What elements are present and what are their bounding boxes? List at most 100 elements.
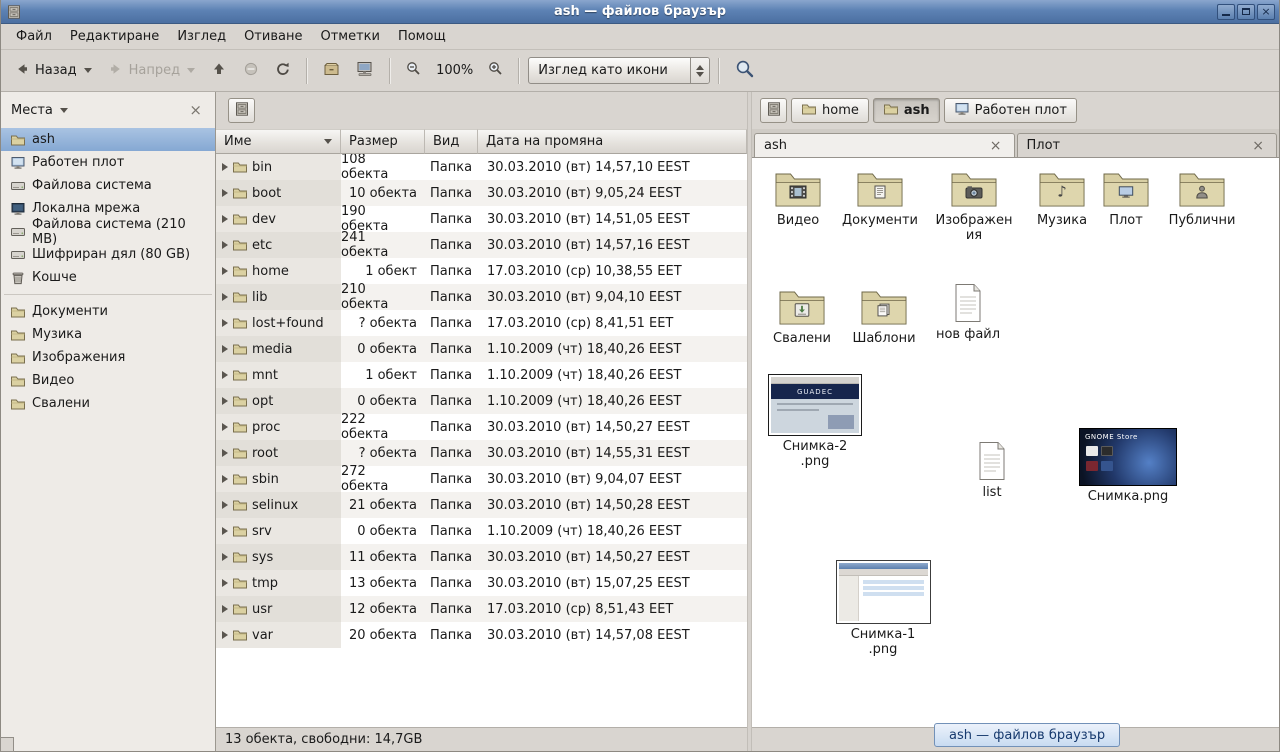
sidebar-title[interactable]: Места: [11, 103, 53, 118]
expander-icon[interactable]: [222, 267, 228, 275]
pathbar-root-button[interactable]: [760, 98, 787, 123]
search-button[interactable]: [728, 54, 761, 87]
table-row[interactable]: lost+found? обектаПапка17.03.2010 (ср) 8…: [216, 310, 747, 336]
expander-icon[interactable]: [222, 579, 228, 587]
table-row[interactable]: media0 обектаПапка1.10.2009 (чт) 18,40,2…: [216, 336, 747, 362]
column-header-size[interactable]: Размер: [341, 129, 425, 154]
close-button[interactable]: ×: [1257, 4, 1275, 20]
up-button[interactable]: [204, 56, 234, 86]
folder-documents-item[interactable]: Документи: [836, 168, 924, 228]
folder-video-item[interactable]: Видео: [756, 168, 840, 228]
new-file-item[interactable]: нов файл: [926, 282, 1010, 342]
folder-downloads-item[interactable]: Свалени: [760, 286, 844, 346]
maximize-button[interactable]: [1237, 4, 1255, 20]
table-row[interactable]: opt0 обектаПапка1.10.2009 (чт) 18,40,26 …: [216, 388, 747, 414]
forward-button[interactable]: Напред: [101, 56, 202, 86]
sidebar-item[interactable]: Музика: [1, 323, 215, 346]
sidebar-item[interactable]: Шифриран дял (80 GB): [1, 243, 215, 266]
zoom-out-button[interactable]: [399, 56, 428, 85]
table-row[interactable]: boot10 обектаПапка30.03.2010 (вт) 9,05,2…: [216, 180, 747, 206]
expander-icon[interactable]: [222, 215, 228, 223]
folder-templates-item[interactable]: Шаблони: [844, 286, 924, 346]
folder-desktop-item[interactable]: Плот: [1090, 168, 1162, 228]
expander-icon[interactable]: [222, 423, 228, 431]
table-row[interactable]: mnt1 обектПапка1.10.2009 (чт) 18,40,26 E…: [216, 362, 747, 388]
table-row[interactable]: tmp13 обектаПапка30.03.2010 (вт) 15,07,2…: [216, 570, 747, 596]
sidebar-item[interactable]: Файлова система: [1, 174, 215, 197]
close-tab-icon[interactable]: ×: [1249, 139, 1267, 153]
table-row[interactable]: lib210 обектаПапка30.03.2010 (вт) 9,04,1…: [216, 284, 747, 310]
table-row[interactable]: root? обектаПапка30.03.2010 (вт) 14,55,3…: [216, 440, 747, 466]
table-row[interactable]: proc222 обектаПапка30.03.2010 (вт) 14,50…: [216, 414, 747, 440]
expander-icon[interactable]: [222, 241, 228, 249]
icon-view[interactable]: Видео Документи Изображения ♪ Музика Пло…: [752, 158, 1279, 727]
table-row[interactable]: home1 обектПапка17.03.2010 (ср) 10,38,55…: [216, 258, 747, 284]
menu-go[interactable]: Отиване: [235, 26, 311, 47]
sidebar-item[interactable]: Работен плот: [1, 151, 215, 174]
back-button[interactable]: Назад: [7, 56, 99, 86]
expander-icon[interactable]: [222, 397, 228, 405]
expander-icon[interactable]: [222, 293, 228, 301]
spinner-icon[interactable]: [690, 58, 709, 83]
sidebar-item[interactable]: ash: [1, 128, 215, 151]
folder-public-item[interactable]: Публични: [1162, 168, 1242, 228]
stop-button[interactable]: [236, 56, 266, 86]
sidebar-close-button[interactable]: ×: [186, 102, 205, 119]
expander-icon[interactable]: [222, 605, 228, 613]
expander-icon[interactable]: [222, 501, 228, 509]
pathbar-ash-button[interactable]: ash: [873, 98, 940, 123]
pathbar-desktop-button[interactable]: Работен плот: [944, 98, 1077, 123]
table-row[interactable]: bin108 обектаПапка30.03.2010 (вт) 14,57,…: [216, 154, 747, 180]
pathbar-home-button[interactable]: home: [791, 98, 869, 123]
sidebar-item[interactable]: Изображения: [1, 346, 215, 369]
tab-ash[interactable]: ash ×: [754, 133, 1015, 157]
expander-icon[interactable]: [222, 553, 228, 561]
expander-icon[interactable]: [222, 631, 228, 639]
taskbar-window-button[interactable]: ash — файлов браузър: [934, 723, 1120, 747]
reload-button[interactable]: [268, 56, 298, 86]
table-row[interactable]: srv0 обектаПапка1.10.2009 (чт) 18,40,26 …: [216, 518, 747, 544]
table-row[interactable]: dev190 обектаПапка30.03.2010 (вт) 14,51,…: [216, 206, 747, 232]
sidebar-item[interactable]: Свалени: [1, 392, 215, 415]
menu-view[interactable]: Изглед: [168, 26, 235, 47]
menu-file[interactable]: Файл: [7, 26, 61, 47]
expander-icon[interactable]: [222, 189, 228, 197]
titlebar[interactable]: ash — файлов браузър ×: [1, 0, 1279, 24]
expander-icon[interactable]: [222, 449, 228, 457]
expander-icon[interactable]: [222, 527, 228, 535]
image-file-item[interactable]: GUADEC Снимка-2.png: [764, 374, 866, 469]
column-header-name[interactable]: Име: [216, 129, 341, 154]
zoom-in-button[interactable]: [481, 56, 510, 85]
sidebar-item[interactable]: Кошче: [1, 266, 215, 289]
table-row[interactable]: etc241 обектаПапка30.03.2010 (вт) 14,57,…: [216, 232, 747, 258]
expander-icon[interactable]: [222, 475, 228, 483]
minimize-button[interactable]: [1217, 4, 1235, 20]
computer-button[interactable]: [349, 56, 381, 86]
expander-icon[interactable]: [222, 319, 228, 327]
table-row[interactable]: sys11 обектаПапка30.03.2010 (вт) 14,50,2…: [216, 544, 747, 570]
expander-icon[interactable]: [222, 345, 228, 353]
table-row[interactable]: sbin272 обектаПапка30.03.2010 (вт) 9,04,…: [216, 466, 747, 492]
menu-help[interactable]: Помощ: [389, 26, 455, 47]
table-row[interactable]: usr12 обектаПапка17.03.2010 (ср) 8,51,43…: [216, 596, 747, 622]
column-header-type[interactable]: Вид: [425, 129, 478, 154]
expander-icon[interactable]: [222, 163, 228, 171]
sidebar-item[interactable]: Файлова система (210 MB): [1, 220, 215, 243]
sidebar-item[interactable]: Видео: [1, 369, 215, 392]
tab-desktop[interactable]: Плот ×: [1017, 133, 1278, 157]
close-tab-icon[interactable]: ×: [987, 139, 1005, 153]
column-header-date[interactable]: Дата на промяна: [478, 129, 747, 154]
menu-edit[interactable]: Редактиране: [61, 26, 168, 47]
image-file-item[interactable]: Снимка-1.png: [832, 560, 934, 657]
menu-bookmarks[interactable]: Отметки: [311, 26, 388, 47]
chevron-down-icon[interactable]: [60, 108, 68, 113]
table-row[interactable]: selinux21 обектаПапка30.03.2010 (вт) 14,…: [216, 492, 747, 518]
expander-icon[interactable]: [222, 371, 228, 379]
folder-images-item[interactable]: Изображения: [930, 168, 1018, 243]
table-row[interactable]: var20 обектаПапка30.03.2010 (вт) 14,57,0…: [216, 622, 747, 648]
pathbar-root-button[interactable]: [228, 98, 255, 123]
sidebar-item[interactable]: Документи: [1, 300, 215, 323]
view-mode-select[interactable]: Изглед като икони: [528, 57, 710, 84]
list-file-item[interactable]: list: [950, 440, 1034, 500]
image-file-item[interactable]: GNOME Store Снимка.png: [1074, 428, 1182, 504]
